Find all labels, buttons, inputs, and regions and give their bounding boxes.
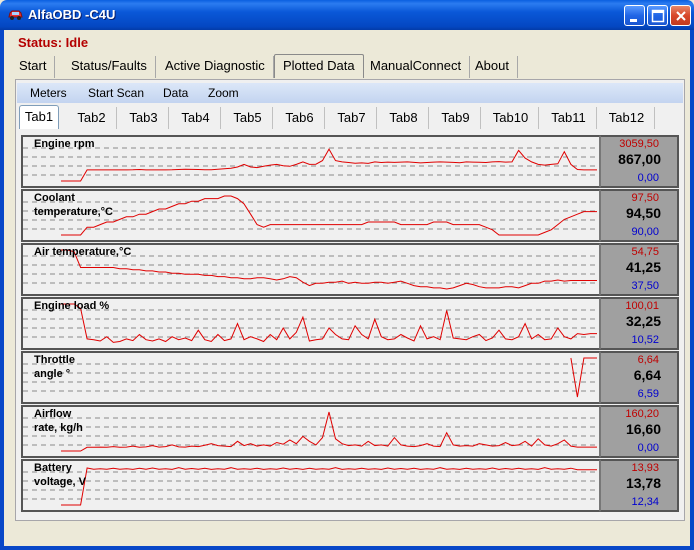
close-button[interactable] — [670, 5, 691, 26]
value-panel: 13,93 13,78 12,34 — [600, 459, 679, 512]
min-value: 6,59 — [637, 388, 659, 400]
menu-start-scan[interactable]: Start Scan — [88, 86, 144, 100]
line-chart — [23, 357, 599, 398]
line-chart — [23, 467, 599, 506]
charts-area: Engine rpm 3059,50 867,00 0,00 Coolant t… — [21, 133, 683, 517]
current-value: 94,50 — [625, 205, 661, 221]
close-icon — [676, 11, 686, 21]
value-panel: 3059,50 867,00 0,00 — [600, 135, 679, 188]
min-value: 90,00 — [631, 226, 659, 238]
tab-2[interactable]: Tab2 — [67, 107, 117, 129]
chart-label: Battery voltage, V — [34, 462, 86, 488]
tab-10[interactable]: Tab10 — [483, 107, 539, 129]
window-title: AlfaOBD -C4U — [28, 7, 116, 22]
chart-label: Engine rpm — [34, 138, 95, 150]
title-bar: AlfaOBD -C4U — [0, 0, 694, 30]
chart-label: Throttle angle ° — [34, 354, 75, 380]
current-value: 13,78 — [625, 475, 661, 491]
maximize-button[interactable] — [647, 5, 668, 26]
min-value: 10,52 — [631, 334, 659, 346]
min-value: 0,00 — [637, 442, 659, 454]
tab-11[interactable]: Tab11 — [541, 107, 597, 129]
min-value: 37,50 — [631, 280, 659, 292]
menu-data[interactable]: Data — [163, 86, 188, 100]
menu-zoom[interactable]: Zoom — [208, 86, 239, 100]
chart-battery-voltage: Battery voltage, V 13,93 13,78 12,34 — [21, 459, 679, 512]
tab-7[interactable]: Tab7 — [327, 107, 377, 129]
tab-3[interactable]: Tab3 — [119, 107, 169, 129]
value-panel: 97,50 94,50 90,00 — [600, 189, 679, 242]
max-value: 6,64 — [637, 354, 659, 366]
current-value: 16,60 — [625, 421, 661, 437]
chart-engine-rpm: Engine rpm 3059,50 867,00 0,00 — [21, 135, 679, 188]
max-value: 3059,50 — [619, 138, 659, 150]
max-value: 13,93 — [631, 462, 659, 474]
menu-meters[interactable]: Meters — [30, 86, 67, 100]
nav-status-faults[interactable]: Status/Faults — [63, 56, 156, 78]
nav-manualconnect[interactable]: ManualConnect — [362, 56, 471, 78]
line-chart — [23, 303, 599, 343]
current-value: 41,25 — [625, 259, 661, 275]
value-panel: 100,01 32,25 10,52 — [600, 297, 679, 350]
max-value: 100,01 — [625, 300, 659, 312]
tab-row: Tab1 Tab2 Tab3 Tab4 Tab5 Tab6 Tab7 Tab8 … — [19, 105, 683, 129]
submenu-bar: Meters Start Scan Data Zoom — [17, 83, 683, 103]
minimize-icon — [630, 19, 637, 22]
min-value: 0,00 — [637, 172, 659, 184]
chart-label: Airflow rate, kg/h — [34, 408, 83, 434]
plotted-data-panel: Meters Start Scan Data Zoom Tab1 Tab2 Ta… — [15, 79, 685, 521]
nav-active-diagnostic[interactable]: Active Diagnostic — [157, 56, 274, 78]
max-value: 160,20 — [625, 408, 659, 420]
chart-airflow-rate: Airflow rate, kg/h 160,20 16,60 0,00 — [21, 405, 679, 458]
car-icon — [8, 10, 23, 20]
value-panel: 6,64 6,64 6,59 — [600, 351, 679, 404]
max-value: 97,50 — [631, 192, 659, 204]
min-value: 12,34 — [631, 496, 659, 508]
tab-6[interactable]: Tab6 — [275, 107, 325, 129]
plot-area — [21, 351, 600, 404]
nav-start[interactable]: Start — [11, 56, 56, 78]
plot-area — [21, 459, 600, 512]
line-chart — [23, 147, 599, 182]
maximize-icon — [651, 9, 665, 23]
chart-throttle-angle: Throttle angle ° 6,64 6,64 6,59 — [21, 351, 679, 404]
status-text: Status: Idle — [18, 35, 89, 50]
tab-5[interactable]: Tab5 — [223, 107, 273, 129]
tab-9[interactable]: Tab9 — [431, 107, 481, 129]
chart-label: Engine load % — [34, 300, 110, 312]
current-value: 6,64 — [633, 367, 661, 383]
chart-label: Coolant temperature,°C — [34, 192, 113, 218]
chart-coolant-temperature: Coolant temperature,°C 97,50 94,50 90,00 — [21, 189, 679, 242]
current-value: 32,25 — [625, 313, 661, 329]
current-value: 867,00 — [618, 151, 661, 167]
tab-12[interactable]: Tab12 — [599, 107, 655, 129]
value-panel: 54,75 41,25 37,50 — [600, 243, 679, 296]
nav-about[interactable]: About — [467, 56, 518, 78]
plot-area — [21, 135, 600, 188]
series-line — [61, 148, 597, 182]
value-panel: 160,20 16,60 0,00 — [600, 405, 679, 458]
plot-area — [21, 405, 600, 458]
minimize-button[interactable] — [624, 5, 645, 26]
line-chart — [23, 411, 599, 452]
tab-8[interactable]: Tab8 — [379, 107, 429, 129]
tab-4[interactable]: Tab4 — [171, 107, 221, 129]
chart-label: Air temperature,°C — [34, 246, 132, 258]
chart-air-temperature: Air temperature,°C 54,75 41,25 37,50 — [21, 243, 679, 296]
tab-1[interactable]: Tab1 — [19, 105, 59, 129]
chart-engine-load: Engine load % 100,01 32,25 10,52 — [21, 297, 679, 350]
nav-plotted-data[interactable]: Plotted Data — [274, 54, 364, 78]
max-value: 54,75 — [631, 246, 659, 258]
